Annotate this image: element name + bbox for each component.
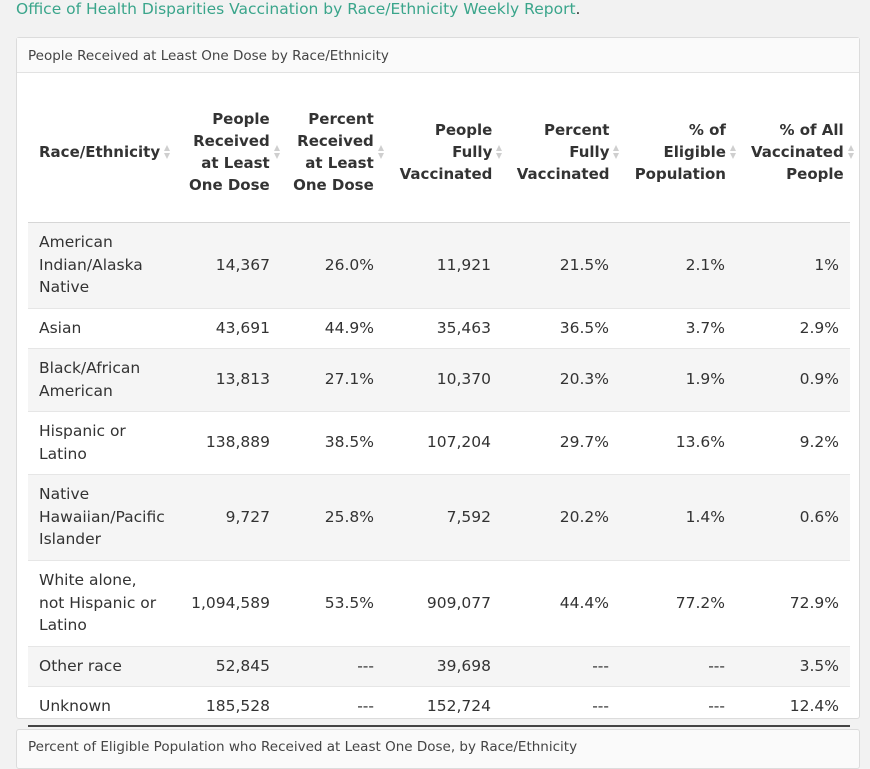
table-cell: 138,889 xyxy=(205,433,270,452)
table-cell: 20.2% xyxy=(559,507,609,526)
table-cell: 2.1% xyxy=(685,255,725,274)
table-cell: --- xyxy=(357,656,374,675)
table-body: American Indian/Alaska Native 14,367 26.0%… xyxy=(28,222,850,726)
column-header[interactable]: People Fully Vaccinated xyxy=(385,83,504,223)
table-cell: --- xyxy=(357,696,374,715)
intro-text: Office of Health Disparities Vaccination… xyxy=(16,0,856,19)
table-cell: 185,528 xyxy=(205,696,270,715)
table-cell: 3.5% xyxy=(799,656,839,675)
table-cell: 0.6% xyxy=(799,507,839,526)
column-header-label: People Received at Least One Dose xyxy=(189,110,270,195)
column-header[interactable]: Percent Received at Least One Dose xyxy=(281,83,385,223)
table-cell: 2.9% xyxy=(799,318,839,337)
table-row: Native Hawaiian/Pacific Islander 9,727 25.… xyxy=(28,474,850,560)
intro-period: . xyxy=(575,0,581,18)
weekly-report-link[interactable]: Office of Health Disparities Vaccination… xyxy=(16,0,576,18)
race-ethnicity-cell: Hispanic or Latino xyxy=(39,422,126,463)
table-cell: 1,094,589 xyxy=(191,593,270,612)
table-row: Other race 52,845 --- 39,698 --- --- 3.5% xyxy=(28,646,850,686)
sort-icon[interactable] xyxy=(729,144,737,160)
column-header-label: Race/Ethnicity xyxy=(39,143,161,162)
table-cell: 29.7% xyxy=(559,433,609,452)
table-cell: 7,592 xyxy=(446,507,491,526)
vaccination-table: Race/Ethnicity People Received at Least … xyxy=(28,83,854,727)
table-cell: --- xyxy=(592,696,609,715)
table-cell: 20.3% xyxy=(559,370,609,389)
table-row: Unknown 185,528 --- 152,724 --- --- 12.4% xyxy=(28,686,850,726)
table-cell: 9.2% xyxy=(799,433,839,452)
sort-icon[interactable] xyxy=(613,144,620,160)
column-header-label: % of Eligible Population xyxy=(634,121,726,184)
race-ethnicity-cell: Asian xyxy=(39,318,82,337)
sort-icon[interactable] xyxy=(496,144,504,160)
table-cell: 909,077 xyxy=(426,593,491,612)
table-row: Hispanic or Latino 138,889 38.5% 107,204 29.… xyxy=(28,411,850,474)
race-ethnicity-cell: American Indian/Alaska Native xyxy=(39,233,143,297)
table-cell: 52,845 xyxy=(215,656,270,675)
column-header[interactable]: Percent Fully Vaccinated xyxy=(502,83,620,223)
table-cell: 13,813 xyxy=(215,370,270,389)
column-header[interactable]: Race/Ethnicity xyxy=(28,83,177,223)
table-cell: 13.6% xyxy=(675,433,725,452)
table-cell: 1.4% xyxy=(685,507,725,526)
column-header[interactable]: % of All Vaccinated People xyxy=(736,83,854,223)
table-cell: 44.9% xyxy=(324,318,374,337)
race-ethnicity-cell: Other race xyxy=(39,656,122,675)
vaccination-table-panel: People Received at Least One Dose by Rac… xyxy=(16,37,860,726)
column-header-label: % of All Vaccinated People xyxy=(750,121,844,184)
table-cell: 53.5% xyxy=(324,593,374,612)
table-cell: 12.4% xyxy=(789,696,839,715)
table-cell: 152,724 xyxy=(426,696,491,715)
table-cell: 43,691 xyxy=(215,318,270,337)
table-cell: 44.4% xyxy=(559,593,609,612)
table-cell: 3.7% xyxy=(685,318,725,337)
race-ethnicity-cell: Black/African American xyxy=(39,359,141,400)
table-cell: 1.9% xyxy=(685,370,725,389)
table-row: White alone, not Hispanic or Latino 1,094… xyxy=(28,560,850,646)
table-cell: 9,727 xyxy=(225,507,270,526)
table-row: Asian 43,691 44.9% 35,463 36.5% 3.7% 2.9% xyxy=(28,308,850,348)
table-row: Black/African American 13,813 27.1% 10,370 2… xyxy=(28,348,850,411)
table-cell: 14,367 xyxy=(215,255,270,274)
table-cell: 72.9% xyxy=(789,593,839,612)
table-cell: --- xyxy=(708,656,725,675)
table-cell: 36.5% xyxy=(559,318,609,337)
race-ethnicity-cell: White alone, not Hispanic or Latino xyxy=(39,571,157,635)
table-cell: 38.5% xyxy=(324,433,374,452)
column-header-label: People Fully Vaccinated xyxy=(399,121,493,184)
race-ethnicity-cell: Unknown xyxy=(39,696,111,715)
table-cell: 27.1% xyxy=(324,370,374,389)
column-header-label: Percent Received at Least One Dose xyxy=(293,110,374,195)
column-header[interactable]: People Received at Least One Dose xyxy=(177,83,281,223)
sort-icon[interactable] xyxy=(164,144,171,160)
table-cell: 0.9% xyxy=(799,370,839,389)
table-cell: 11,921 xyxy=(436,255,491,274)
table-cell: 107,204 xyxy=(426,433,491,452)
table-cell: --- xyxy=(592,656,609,675)
table-cell: --- xyxy=(708,696,725,715)
panel-title: People Received at Least One Dose by Rac… xyxy=(17,38,859,73)
table-header-row: Race/Ethnicity People Received at Least … xyxy=(28,83,854,223)
table-cell: 26.0% xyxy=(324,255,374,274)
table-row: American Indian/Alaska Native 14,367 26.0%… xyxy=(28,222,850,308)
next-panel-title: Percent of Eligible Population who Recei… xyxy=(16,729,860,769)
table-cell: 77.2% xyxy=(675,593,725,612)
table-cell: 10,370 xyxy=(436,370,491,389)
table-cell: 39,698 xyxy=(436,656,491,675)
table-cell: 1% xyxy=(814,255,839,274)
race-ethnicity-cell: Native Hawaiian/Pacific Islander xyxy=(39,485,165,549)
sort-icon[interactable] xyxy=(847,144,854,160)
table-cell: 21.5% xyxy=(559,255,609,274)
sort-icon[interactable] xyxy=(273,144,280,160)
sort-icon[interactable] xyxy=(377,144,384,160)
table-cell: 25.8% xyxy=(324,507,374,526)
column-header-label: Percent Fully Vaccinated xyxy=(516,121,610,184)
column-header[interactable]: % of Eligible Population xyxy=(620,83,737,223)
table-cell: 35,463 xyxy=(436,318,491,337)
